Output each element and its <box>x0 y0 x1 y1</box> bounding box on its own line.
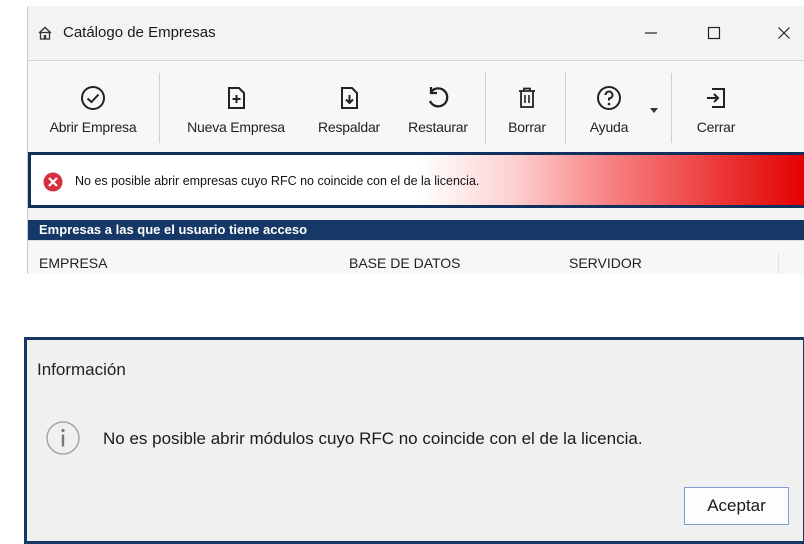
restore-icon <box>428 87 449 108</box>
column-header-servidor[interactable]: SERVIDOR <box>569 255 642 271</box>
abrir-empresa-button[interactable]: Abrir Empresa <box>34 61 152 153</box>
cerrar-label: Cerrar <box>696 119 736 135</box>
close-button[interactable] <box>761 16 804 50</box>
exit-icon <box>707 88 725 108</box>
minimize-button[interactable] <box>628 16 674 50</box>
section-title: Empresas a las que el usuario tiene acce… <box>28 220 804 240</box>
house-icon <box>38 26 52 40</box>
maximize-icon <box>707 26 721 40</box>
column-header-base-de-datos[interactable]: BASE DE DATOS <box>349 255 461 271</box>
maximize-button[interactable] <box>691 16 737 50</box>
check-circle-icon <box>81 86 105 110</box>
ayuda-button[interactable]: Ayuda <box>576 61 642 153</box>
toolbar-separator <box>565 73 566 143</box>
catalogo-window: Catálogo de Empresas Abrir Empresa Nueva… <box>27 6 804 274</box>
help-icon <box>597 86 621 110</box>
ayuda-label: Ayuda <box>589 119 629 135</box>
new-file-icon <box>228 87 245 109</box>
info-icon <box>46 421 80 455</box>
trash-icon <box>519 87 535 108</box>
close-icon <box>778 27 790 39</box>
error-icon <box>43 172 63 192</box>
toolbar-separator <box>159 73 160 143</box>
abrir-empresa-label: Abrir Empresa <box>49 119 137 135</box>
column-header-empresa[interactable]: EMPRESA <box>39 255 107 271</box>
window-title: Catálogo de Empresas <box>63 24 216 41</box>
title-bar: Catálogo de Empresas <box>28 6 804 58</box>
dialog-message: No es posible abrir módulos cuyo RFC no … <box>103 429 643 448</box>
minimize-icon <box>645 32 657 34</box>
cerrar-button[interactable]: Cerrar <box>681 61 751 153</box>
nueva-empresa-button[interactable]: Nueva Empresa <box>173 61 299 153</box>
aceptar-button[interactable]: Aceptar <box>684 487 789 525</box>
ayuda-dropdown-arrow[interactable] <box>650 108 658 113</box>
toolbar: Abrir Empresa Nueva Empresa Respaldar Re… <box>28 60 804 153</box>
restaurar-label: Restaurar <box>408 119 468 135</box>
grid-header: EMPRESA BASE DE DATOS SERVIDOR <box>28 240 804 274</box>
backup-icon <box>341 87 358 109</box>
borrar-label: Borrar <box>508 119 546 135</box>
toolbar-separator <box>671 73 672 143</box>
nueva-empresa-label: Nueva Empresa <box>187 119 285 135</box>
restaurar-button[interactable]: Restaurar <box>398 61 478 153</box>
borrar-button[interactable]: Borrar <box>496 61 558 153</box>
error-message: No es posible abrir empresas cuyo RFC no… <box>75 174 480 188</box>
column-divider <box>778 253 779 274</box>
dialog-title: Información <box>37 360 126 379</box>
error-banner: No es posible abrir empresas cuyo RFC no… <box>28 152 804 208</box>
respaldar-button[interactable]: Respaldar <box>306 61 392 153</box>
respaldar-label: Respaldar <box>317 119 380 135</box>
information-dialog: Información No es posible abrir módulos … <box>24 337 804 544</box>
toolbar-separator <box>485 73 486 143</box>
